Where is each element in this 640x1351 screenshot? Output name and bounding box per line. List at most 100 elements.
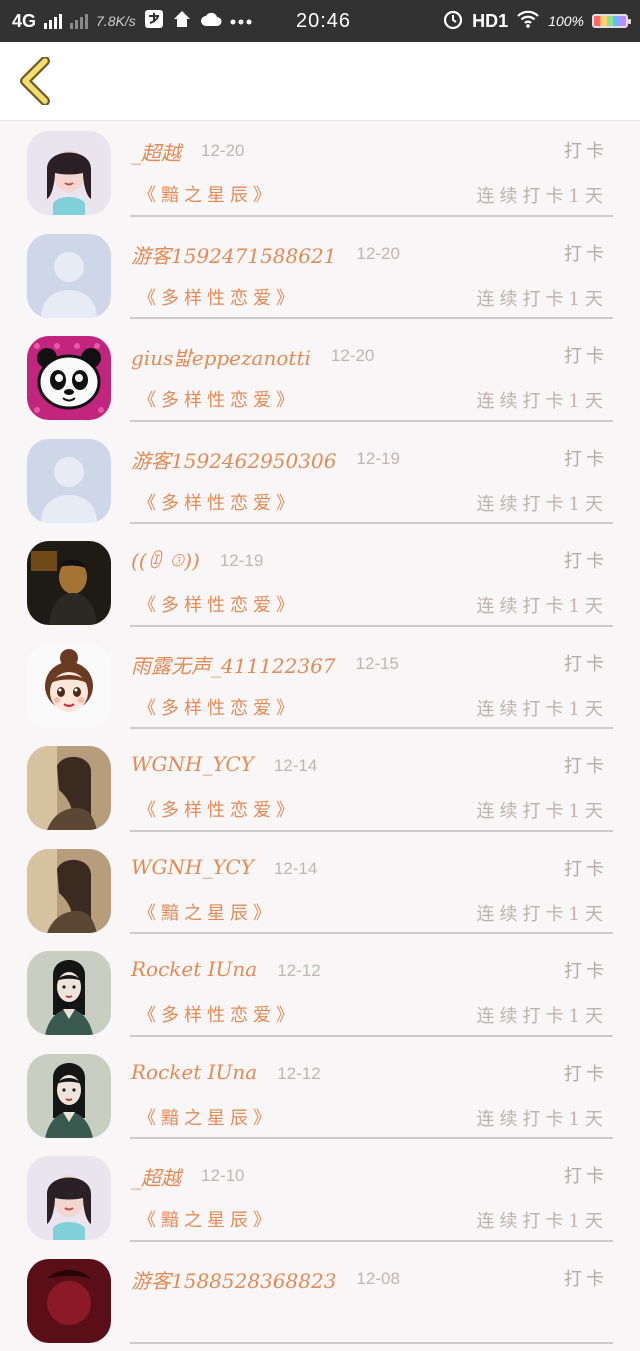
book-title[interactable]: 《多样性恋爱》	[138, 284, 299, 310]
checkin-date: 12-12	[277, 961, 320, 981]
wifi-icon	[516, 9, 540, 34]
hd-label: HD1	[472, 11, 508, 32]
user-name[interactable]: WGNH_YCY	[131, 855, 254, 879]
book-title[interactable]: 《黯之星辰》	[138, 1206, 276, 1232]
checkin-label: 打卡	[564, 1162, 608, 1188]
avatar[interactable]	[27, 746, 111, 830]
streak-label: 连续打卡1天	[477, 797, 608, 823]
row-divider	[130, 830, 613, 832]
cloud-icon	[200, 10, 222, 33]
checkin-row[interactable]: 雨露无声_411122367 12-15 打卡 《多样性恋爱》 连续打卡1天	[0, 634, 640, 737]
checkin-row[interactable]: 游客1592462950306 12-19 打卡 《多样性恋爱》 连续打卡1天	[0, 429, 640, 532]
book-title[interactable]: 《黯之星辰》	[138, 181, 276, 207]
user-name[interactable]: Rocket IUna	[131, 1060, 257, 1084]
checkin-row[interactable]: ((ꀧ ③)) 12-19 打卡 《多样性恋爱》 连续打卡1天	[0, 531, 640, 634]
checkin-date: 12-08	[356, 1269, 399, 1289]
book-title[interactable]: 《多样性恋爱》	[138, 489, 299, 515]
avatar[interactable]	[27, 951, 111, 1035]
signal-2-icon	[70, 13, 88, 29]
checkin-row[interactable]: _超越 12-10 打卡 《黯之星辰》 连续打卡1天	[0, 1146, 640, 1249]
user-name[interactable]: 游客1592462950306	[131, 445, 336, 474]
book-title[interactable]: 《多样性恋爱》	[138, 694, 299, 720]
avatar[interactable]	[27, 131, 111, 215]
avatar[interactable]	[27, 1156, 111, 1240]
checkin-label: 打卡	[564, 342, 608, 368]
network-label: 4G	[12, 11, 36, 32]
book-title[interactable]: 《多样性恋爱》	[138, 591, 299, 617]
checkin-date: 12-12	[277, 1064, 320, 1084]
user-name[interactable]: _超越	[131, 1162, 181, 1191]
streak-label: 连续打卡1天	[477, 387, 608, 413]
avatar[interactable]	[27, 234, 111, 318]
checkin-date: 12-20	[356, 244, 399, 264]
checkin-list: _超越 12-20 打卡 《黯之星辰》 连续打卡1天 游客15924715886…	[0, 121, 640, 1351]
streak-label: 连续打卡1天	[477, 1002, 608, 1028]
avatar[interactable]	[27, 336, 111, 420]
streak-label: 连续打卡1天	[477, 1105, 608, 1131]
streak-label: 连续打卡1天	[477, 592, 608, 618]
more-icon	[230, 12, 252, 30]
row-divider	[130, 1342, 613, 1344]
avatar[interactable]	[27, 644, 111, 728]
checkin-label: 打卡	[564, 855, 608, 881]
streak-label: 连续打卡1天	[477, 900, 608, 926]
user-name[interactable]: _超越	[131, 137, 181, 166]
book-title[interactable]: 《黯之星辰》	[138, 1104, 276, 1130]
battery-icon	[592, 14, 628, 28]
user-name[interactable]: WGNH_YCY	[131, 752, 254, 776]
top-bar	[0, 42, 640, 121]
network-speed: 7.8K/s	[96, 13, 136, 29]
book-title[interactable]: 《多样性恋爱》	[138, 386, 299, 412]
user-name[interactable]: gius밟eppezanotti	[131, 342, 311, 371]
user-name[interactable]: Rocket IUna	[131, 957, 257, 981]
avatar[interactable]	[27, 1054, 111, 1138]
avatar[interactable]	[27, 849, 111, 933]
checkin-label: 打卡	[564, 1265, 608, 1291]
row-divider	[130, 1240, 613, 1242]
streak-label: 连续打卡1天	[477, 1207, 608, 1233]
streak-label: 连续打卡1天	[477, 285, 608, 311]
avatar[interactable]	[27, 541, 111, 625]
checkin-label: 打卡	[564, 752, 608, 778]
checkin-date: 12-15	[356, 654, 399, 674]
user-name[interactable]: 游客1588528368823	[131, 1265, 336, 1294]
checkin-row[interactable]: _超越 12-20 打卡 《黯之星辰》 连续打卡1天	[0, 121, 640, 224]
status-bar: 4G 7.8K/s 20:46 HD1 100%	[0, 0, 640, 42]
checkin-date: 12-14	[274, 756, 317, 776]
row-divider	[130, 215, 613, 217]
checkin-label: 打卡	[564, 650, 608, 676]
row-divider	[130, 1137, 613, 1139]
row-divider	[130, 625, 613, 627]
book-title[interactable]: 《多样性恋爱》	[138, 796, 299, 822]
user-name[interactable]: ((ꀧ ③))	[131, 547, 200, 573]
checkin-date: 12-20	[331, 346, 374, 366]
checkin-label: 打卡	[564, 1060, 608, 1086]
row-divider	[130, 522, 613, 524]
user-name[interactable]: 雨露无声_411122367	[131, 650, 336, 679]
status-left: 4G 7.8K/s	[12, 0, 252, 42]
checkin-row[interactable]: Rocket IUna 12-12 打卡 《多样性恋爱》 连续打卡1天	[0, 941, 640, 1044]
checkin-row[interactable]: gius밟eppezanotti 12-20 打卡 《多样性恋爱》 连续打卡1天	[0, 326, 640, 429]
book-title[interactable]: 《黯之星辰》	[138, 899, 276, 925]
checkin-row[interactable]: 游客1592471588621 12-20 打卡 《多样性恋爱》 连续打卡1天	[0, 224, 640, 327]
checkin-date: 12-19	[356, 449, 399, 469]
avatar[interactable]	[27, 1259, 111, 1343]
row-divider	[130, 420, 613, 422]
battery-percent: 100%	[548, 13, 584, 29]
row-divider	[130, 317, 613, 319]
checkin-label: 打卡	[564, 240, 608, 266]
book-title[interactable]: 《多样性恋爱》	[138, 1001, 299, 1027]
signal-icon	[44, 13, 62, 29]
checkin-row[interactable]: WGNH_YCY 12-14 打卡 《多样性恋爱》 连续打卡1天	[0, 736, 640, 839]
checkin-row[interactable]: 游客1588528368823 12-08 打卡	[0, 1249, 640, 1351]
row-divider	[130, 727, 613, 729]
back-button[interactable]	[14, 56, 58, 106]
checkin-date: 12-10	[201, 1166, 244, 1186]
avatar[interactable]	[27, 439, 111, 523]
row-divider	[130, 1035, 613, 1037]
checkin-row[interactable]: WGNH_YCY 12-14 打卡 《黯之星辰》 连续打卡1天	[0, 839, 640, 942]
checkin-row[interactable]: Rocket IUna 12-12 打卡 《黯之星辰》 连续打卡1天	[0, 1044, 640, 1147]
checkin-date: 12-14	[274, 859, 317, 879]
user-name[interactable]: 游客1592471588621	[131, 240, 336, 269]
checkin-date: 12-19	[220, 551, 263, 571]
